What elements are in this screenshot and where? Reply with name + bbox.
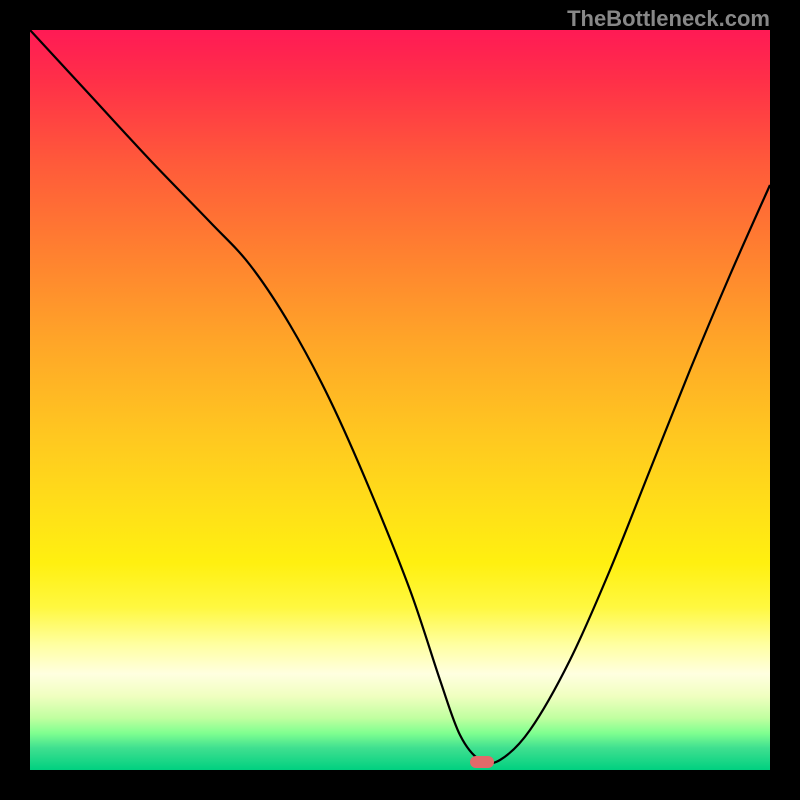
bottleneck-marker xyxy=(470,756,494,768)
chart-curve xyxy=(30,30,770,770)
watermark-text: TheBottleneck.com xyxy=(567,6,770,32)
chart-plot-area xyxy=(30,30,770,770)
